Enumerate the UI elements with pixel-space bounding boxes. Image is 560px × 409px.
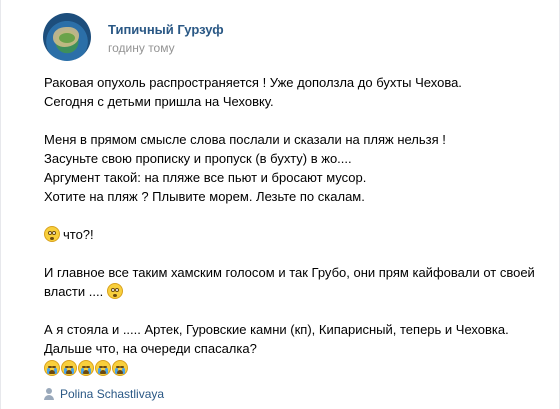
text-line: А я стояла и ..... Артек, Гуровские камн…	[44, 322, 509, 337]
loudly-crying-face-icon	[78, 359, 94, 376]
text-line: Аргумент такой: на пляже все пьют и брос…	[44, 170, 367, 185]
loudly-crying-face-icon	[61, 359, 77, 376]
text-line: Сегодня с детьми пришла на Чеховку.	[44, 94, 274, 109]
person-icon	[44, 388, 54, 400]
text-line: Засуньте свою прописку и пропуск (в бухт…	[44, 151, 352, 166]
crying-emoji-row	[44, 358, 544, 377]
text-line: власти ....	[44, 282, 544, 301]
wall-post: Типичный Гурзуф годину тому Раковая опух…	[0, 0, 560, 409]
loudly-crying-face-icon	[112, 359, 128, 376]
author-name: Polina Schastlivaya	[60, 387, 165, 401]
post-time-link[interactable]: годину тому	[108, 41, 175, 55]
flushed-face-icon	[106, 283, 123, 299]
flushed-face-icon	[44, 226, 60, 242]
loudly-crying-face-icon	[95, 359, 111, 376]
group-name-link[interactable]: Типичный Гурзуф	[108, 22, 224, 37]
group-avatar[interactable]	[43, 13, 91, 61]
post-author-link[interactable]: Polina Schastlivaya	[44, 387, 164, 401]
text-line: Меня в прямом смысле слова послали и ска…	[44, 132, 446, 147]
text-line: И главное все таким хамским голосом и та…	[44, 265, 535, 280]
text-line: Дальше что, на очереди спасалка?	[44, 341, 257, 356]
text-line: Хотите на пляж ? Плывите морем. Лезьте п…	[44, 189, 365, 204]
loudly-crying-face-icon	[44, 359, 60, 376]
text-line: Раковая опухоль распространяется ! Уже д…	[44, 75, 462, 90]
post-text: Раковая опухоль распространяется ! Уже д…	[44, 73, 544, 377]
text-line: что?!	[44, 225, 544, 244]
